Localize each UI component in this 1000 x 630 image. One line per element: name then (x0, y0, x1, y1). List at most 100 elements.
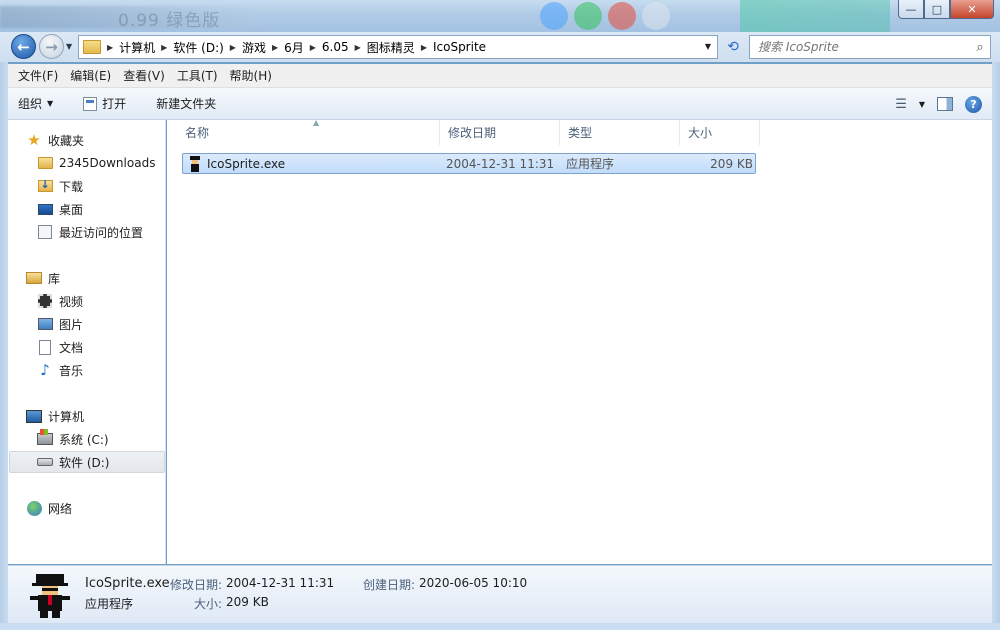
back-button[interactable]: ← (11, 34, 36, 59)
details-filename: IcoSprite.exe (85, 576, 170, 591)
star-icon: ★ (27, 131, 41, 149)
refresh-icon: ⟲ (727, 39, 739, 55)
nav-item-label: 文档 (59, 340, 84, 355)
menu-view[interactable]: 查看(V) (117, 67, 171, 84)
video-icon (38, 294, 52, 308)
details-modified-label: 修改日期: (170, 578, 223, 592)
close-button[interactable]: ✕ (950, 0, 994, 19)
column-header-label: 名称 (185, 126, 210, 140)
file-name: IcoSprite.exe (207, 156, 286, 171)
breadcrumb-drive-d[interactable]: 软件 (D:) (167, 39, 229, 56)
forward-button[interactable]: → (39, 34, 64, 59)
picture-icon (37, 318, 53, 330)
desktop-icon (37, 203, 53, 215)
file-size: 209 KB (710, 156, 753, 171)
address-row: ← → ▼ ▶ 计算机 ▶ 软件 (D:) ▶ 游戏 ▶ 6月 ▶ 6.05 ▶… (0, 32, 1000, 62)
folder-icon (37, 157, 53, 169)
nav-item-label: 下载 (59, 179, 84, 194)
nav-network[interactable]: 网络 (26, 497, 182, 519)
background-ghost-banner (740, 0, 890, 32)
nav-libraries[interactable]: 库 (26, 267, 182, 289)
breadcrumb: ▶ 计算机 ▶ 软件 (D:) ▶ 游戏 ▶ 6月 ▶ 6.05 ▶ 图标精灵 … (107, 39, 492, 56)
search-box[interactable]: ⌕ (749, 35, 991, 59)
background-ghost-apps (540, 2, 670, 30)
music-note-icon: ♪ (40, 361, 50, 379)
breadcrumb-icon-sprite-cn[interactable]: 图标精灵 (361, 39, 421, 56)
menu-help[interactable]: 帮助(H) (224, 67, 278, 84)
recent-places-icon (38, 225, 52, 239)
file-row-icosprite[interactable]: IcoSprite.exe 2004-12-31 11:31 应用程序 209 … (182, 153, 756, 174)
column-header-size[interactable]: 大小 (680, 120, 760, 145)
recent-pages-dropdown[interactable]: ▼ (66, 42, 72, 51)
chevron-down-icon: ▼ (47, 99, 54, 108)
nav-item-drive-d[interactable]: 软件 (D:) (9, 451, 165, 473)
details-size-value: 209 KB (226, 595, 269, 609)
icosprite-large-icon (28, 574, 72, 618)
menu-file[interactable]: 文件(F) (12, 67, 64, 84)
chevron-down-icon[interactable]: ▼ (919, 100, 925, 109)
column-header-label: 类型 (568, 126, 593, 140)
nav-item-label: 桌面 (59, 202, 84, 217)
new-folder-button[interactable]: 新建文件夹 (136, 88, 226, 119)
menu-edit[interactable]: 编辑(E) (64, 67, 117, 84)
help-icon[interactable]: ? (965, 95, 982, 113)
arrow-right-icon: → (45, 37, 58, 56)
column-header-type[interactable]: 类型 (560, 120, 680, 145)
title-bar[interactable]: 0.99 绿色版 — □ ✕ (0, 0, 1000, 32)
window-frame-bottom (0, 623, 1000, 630)
command-bar: 组织 ▼ 打开 新建文件夹 ☰ ▼ ? (8, 88, 992, 120)
details-created-value: 2020-06-05 10:10 (419, 576, 528, 590)
details-pane: IcoSprite.exe 应用程序 修改日期: 2004-12-31 11:3… (8, 565, 992, 623)
view-options-icon[interactable]: ☰ (895, 97, 907, 112)
organize-button[interactable]: 组织 ▼ (8, 88, 63, 119)
organize-label: 组织 (18, 97, 43, 111)
preview-pane-icon[interactable] (937, 97, 953, 111)
nav-item-label: 系统 (C:) (59, 432, 109, 447)
computer-icon (26, 409, 42, 423)
search-icon[interactable]: ⌕ (970, 40, 990, 55)
nav-item-label: 视频 (59, 294, 84, 309)
menu-tools[interactable]: 工具(T) (171, 67, 224, 84)
search-input[interactable] (750, 40, 970, 54)
folder-icon (83, 40, 101, 54)
nav-computer[interactable]: 计算机 (26, 405, 182, 427)
nav-item-label: 2345Downloads (59, 156, 156, 170)
column-header-name[interactable]: 名称 ▲ (177, 118, 440, 145)
library-icon (26, 272, 42, 284)
nav-favorites[interactable]: ★ 收藏夹 (26, 129, 182, 151)
system-drive-icon (37, 429, 53, 445)
hard-drive-icon (37, 458, 53, 466)
maximize-button[interactable]: □ (924, 0, 950, 19)
open-label: 打开 (102, 97, 127, 111)
breadcrumb-computer[interactable]: 计算机 (113, 39, 161, 56)
navigation-pane[interactable]: ★ 收藏夹 2345Downloads 下载 桌面 最近访问的位置 库 视频 图… (8, 120, 166, 564)
background-ghost-text: 0.99 绿色版 (118, 11, 221, 31)
window-frame-right (992, 62, 1000, 630)
nav-libraries-label: 库 (48, 271, 61, 286)
column-header-modified[interactable]: 修改日期 (440, 120, 560, 145)
new-folder-label: 新建文件夹 (156, 97, 217, 111)
icosprite-app-icon (187, 155, 203, 172)
details-modified-value: 2004-12-31 11:31 (226, 576, 335, 590)
file-type: 应用程序 (566, 157, 615, 171)
breadcrumb-icosprite[interactable]: IcoSprite (427, 40, 492, 54)
breadcrumb-june[interactable]: 6月 (278, 39, 310, 56)
breadcrumb-6-05[interactable]: 6.05 (316, 40, 355, 54)
window-controls: — □ ✕ (898, 0, 994, 19)
address-history-dropdown[interactable]: ▼ (705, 42, 711, 51)
downloads-folder-icon (37, 178, 53, 192)
nav-item-label: 图片 (59, 317, 84, 332)
nav-item-label: 软件 (D:) (59, 455, 110, 470)
open-button[interactable]: 打开 (63, 88, 136, 119)
refresh-button[interactable]: ⟲ (722, 36, 744, 58)
minimize-button[interactable]: — (898, 0, 924, 19)
sort-ascending-icon: ▲ (313, 118, 320, 127)
nav-item-label: 音乐 (59, 363, 84, 378)
details-size-label: 大小: (194, 597, 223, 611)
file-name-cell: IcoSprite.exe (187, 154, 285, 173)
nav-computer-label: 计算机 (48, 409, 85, 424)
file-list[interactable]: 名称 ▲ 修改日期 类型 大小 IcoSprite.exe 2004-12-31… (167, 118, 992, 564)
breadcrumb-games[interactable]: 游戏 (236, 39, 272, 56)
window-frame-left (0, 62, 8, 630)
address-bar[interactable]: ▶ 计算机 ▶ 软件 (D:) ▶ 游戏 ▶ 6月 ▶ 6.05 ▶ 图标精灵 … (78, 35, 718, 59)
